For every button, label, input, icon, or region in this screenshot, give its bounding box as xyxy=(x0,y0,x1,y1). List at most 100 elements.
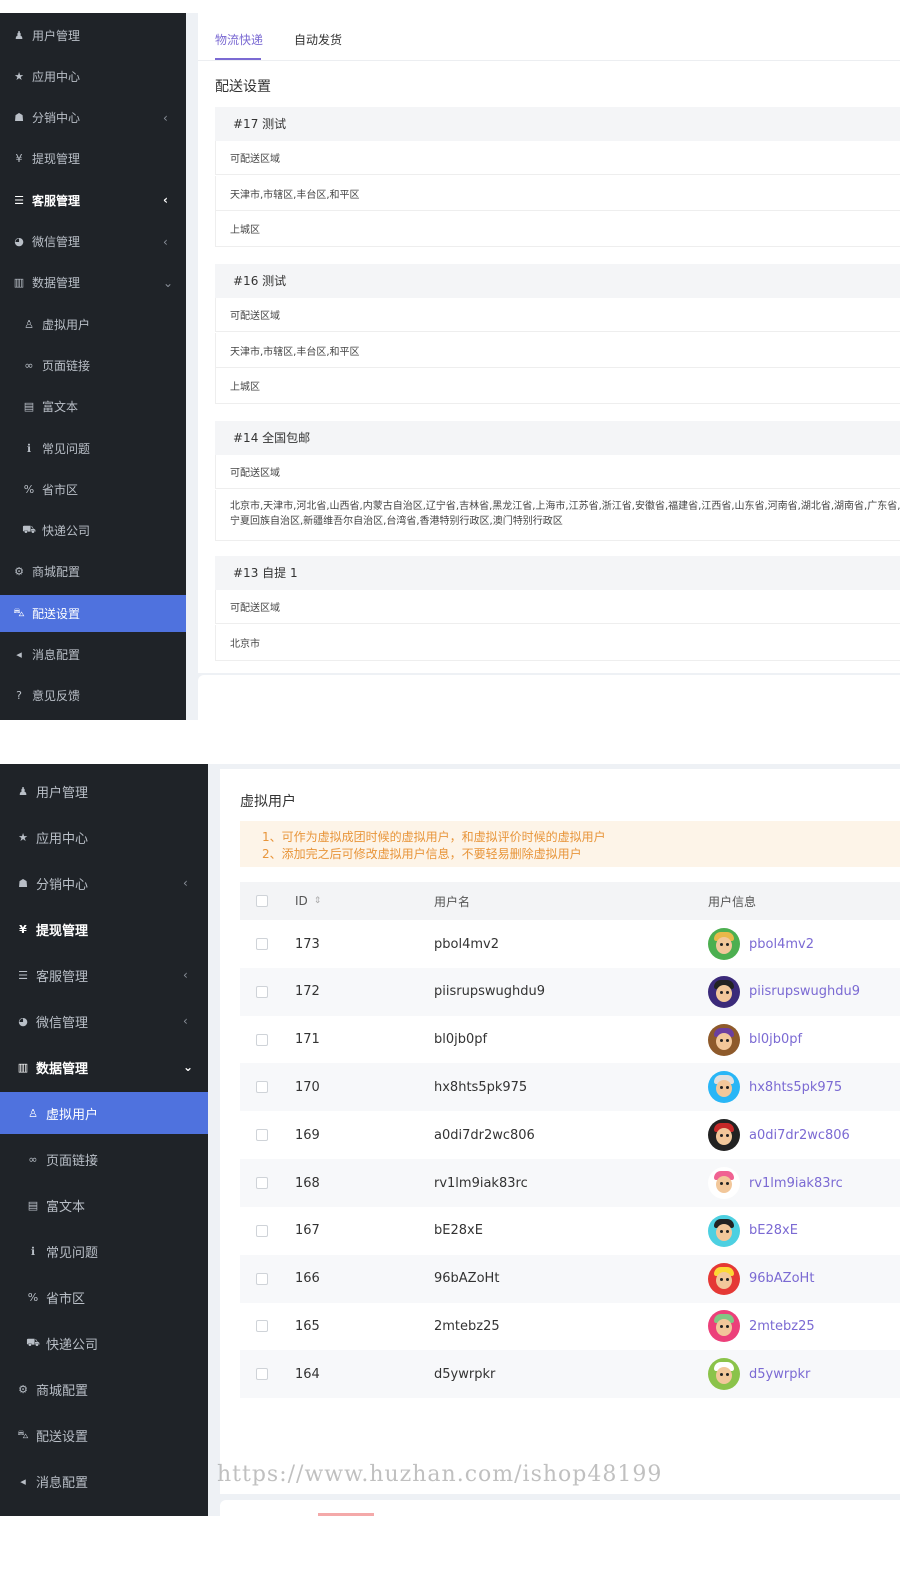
sidebar-item-label: 意见反馈 xyxy=(32,689,81,704)
sidebar-item-label: 快递公司 xyxy=(46,1337,99,1353)
table-row[interactable]: 171 bl0jb0pf bl0jb0pf xyxy=(240,1016,900,1064)
notice-line: 2、添加完之后可修改虚拟用户信息，不要轻易删除虚拟用户 xyxy=(262,847,582,861)
user-info-cell[interactable]: bl0jb0pf xyxy=(708,1016,802,1064)
row-checkbox[interactable] xyxy=(256,1272,268,1285)
row-id: 169 xyxy=(295,1127,320,1143)
sidebar-item[interactable]: ℹ 常见问题 xyxy=(0,1230,208,1272)
user-link[interactable]: d5ywrpkr xyxy=(749,1367,810,1382)
sidebar-item[interactable]: ☰ 客服管理 ‹ xyxy=(0,182,186,219)
sidebar-item[interactable]: ∞ 页面链接 xyxy=(0,347,186,384)
sidebar-item[interactable]: ☰ 客服管理 ‹ xyxy=(0,954,208,996)
sidebar-item[interactable]: ★ 应用中心 xyxy=(0,58,186,95)
sort-icon[interactable]: ⇕ xyxy=(314,896,322,906)
tab-auto-ship[interactable]: 自动发货 xyxy=(294,31,342,48)
row-checkbox[interactable] xyxy=(256,938,268,950)
wechat-icon: ◕ xyxy=(14,235,24,248)
tab-logistics[interactable]: 物流快递 xyxy=(215,31,263,48)
sidebar-item[interactable]: ◕ 微信管理 ‹ xyxy=(0,1000,208,1042)
sidebar-item[interactable]: ⛟ 快递公司 xyxy=(0,1322,208,1364)
sidebar-item-label: 消息配置 xyxy=(32,648,81,662)
user-link[interactable]: 96bAZoHt xyxy=(749,1271,814,1286)
row-checkbox[interactable] xyxy=(256,1033,268,1046)
sidebar-item[interactable]: ☗ 分销中心 ‹ xyxy=(0,99,186,136)
table-row[interactable]: 166 96bAZoHt 96bAZoHt xyxy=(240,1254,900,1303)
avatar xyxy=(708,928,740,960)
sidebar-item[interactable]: ⚙ 商城配置 xyxy=(0,1368,208,1410)
column-id[interactable]: ID ⇕ xyxy=(295,882,321,920)
sidebar-item[interactable]: ◂ 消息配置 xyxy=(0,636,186,673)
sidebar-item[interactable]: ℹ 常见问题 xyxy=(0,430,186,467)
row-checkbox[interactable] xyxy=(256,985,268,998)
row-checkbox[interactable] xyxy=(256,1224,268,1237)
user-info-cell[interactable]: d5ywrpkr xyxy=(708,1350,810,1398)
user-info-cell[interactable]: rv1lm9iak83rc xyxy=(708,1159,843,1207)
sidebar-item[interactable]: ▤ 富文本 xyxy=(0,388,186,425)
sidebar-item[interactable]: ♟ 用户管理 xyxy=(0,770,208,812)
user-info-cell[interactable]: piisrupswughdu9 xyxy=(708,968,860,1016)
user-link[interactable]: piisrupswughdu9 xyxy=(749,984,860,999)
sidebar-item-label: 富文本 xyxy=(42,400,79,415)
row-id: 165 xyxy=(295,1318,320,1334)
sidebar-item[interactable]: ♙ 虚拟用户 xyxy=(0,1092,208,1134)
sidebar-item[interactable]: ▤ 富文本 xyxy=(0,1184,208,1226)
user-info-cell[interactable]: hx8hts5pk975 xyxy=(708,1063,842,1111)
sidebar-item[interactable]: ♙ 虚拟用户 xyxy=(0,306,186,343)
user-link[interactable]: 2mtebz25 xyxy=(749,1319,815,1334)
user-info-cell[interactable]: a0di7dr2wc806 xyxy=(708,1111,850,1159)
sidebar-item[interactable]: ¥ 提现管理 xyxy=(0,140,186,177)
avatar xyxy=(708,1358,740,1391)
yen-icon: ¥ xyxy=(15,152,23,166)
row-username: piisrupswughdu9 xyxy=(434,984,545,1000)
sidebar-item[interactable]: ◂ 消息配置 xyxy=(0,1460,208,1502)
table-row[interactable]: 169 a0di7dr2wc806 a0di7dr2wc806 xyxy=(240,1111,900,1159)
column-id-label: ID xyxy=(295,894,308,908)
table-row[interactable]: 170 hx8hts5pk975 hx8hts5pk975 xyxy=(240,1063,900,1112)
sidebar-item[interactable]: ⛟ 快递公司 xyxy=(0,512,186,549)
sidebar-item[interactable]: ∞ 页面链接 xyxy=(0,1138,208,1180)
row-checkbox[interactable] xyxy=(256,1177,268,1189)
user-icon: ♟ xyxy=(14,28,24,42)
sidebar-item[interactable]: ▥ 数据管理 ⌄ xyxy=(0,264,186,301)
avatar xyxy=(708,1023,740,1056)
sidebar: ♟ 用户管理 ★ 应用中心 ☗ 分销中心 ‹ ¥ 提现管理 ☰ 客服管理 ‹ ◕ 微信管理 ‹ ▥ 数据管理 ⌄ ♙… xyxy=(0,13,186,720)
sidebar-item[interactable]: ★ 应用中心 xyxy=(0,816,208,858)
zone-header: #16 测试 xyxy=(215,264,900,298)
sidebar-item[interactable]: ¥ 提现管理 xyxy=(0,908,208,950)
table-row[interactable]: 167 bE28xE bE28xE xyxy=(240,1207,900,1255)
car-icon: ⛍ xyxy=(13,605,25,619)
user-link[interactable]: a0di7dr2wc806 xyxy=(749,1128,850,1143)
sidebar-item[interactable]: ☗ 分销中心 ‹ xyxy=(0,862,208,904)
sidebar-item[interactable]: % 省市区 xyxy=(0,471,186,508)
select-all-checkbox[interactable] xyxy=(256,895,268,907)
sidebar-item[interactable]: ? 意见反馈 xyxy=(0,677,186,714)
user-link[interactable]: pbol4mv2 xyxy=(749,937,814,952)
user-info-cell[interactable]: 96bAZoHt xyxy=(708,1255,814,1303)
user-link[interactable]: hx8hts5pk975 xyxy=(749,1080,842,1095)
user-link[interactable]: bE28xE xyxy=(749,1223,798,1238)
sidebar-item[interactable]: ⚙ 商城配置 xyxy=(0,553,186,590)
bar-chart-icon: ▥ xyxy=(13,276,25,290)
table-row[interactable]: 164 d5ywrpkr d5ywrpkr xyxy=(240,1350,900,1399)
user-info-cell[interactable]: bE28xE xyxy=(708,1207,798,1255)
table-row[interactable]: 172 piisrupswughdu9 piisrupswughdu9 xyxy=(240,967,900,1016)
sidebar-item[interactable]: ⛍ 配送设置 xyxy=(0,1414,208,1456)
row-checkbox[interactable] xyxy=(256,1320,268,1333)
row-checkbox[interactable] xyxy=(256,1368,268,1381)
truck-icon: ⛟ xyxy=(22,523,36,537)
user-link[interactable]: bl0jb0pf xyxy=(749,1032,802,1047)
sidebar-item[interactable]: ⛍ 配送设置 xyxy=(0,594,186,632)
user-info-cell[interactable]: 2mtebz25 xyxy=(708,1302,815,1350)
sidebar-item[interactable]: ◕ 微信管理 ‹ xyxy=(0,223,186,260)
table-row[interactable]: 165 2mtebz25 2mtebz25 xyxy=(240,1302,900,1350)
user-link[interactable]: rv1lm9iak83rc xyxy=(749,1176,843,1191)
table-row[interactable]: 168 rv1lm9iak83rc rv1lm9iak83rc xyxy=(240,1159,900,1207)
sidebar-item[interactable]: ♟ 用户管理 xyxy=(0,17,186,54)
sidebar-item[interactable]: % 省市区 xyxy=(0,1276,208,1318)
zone-row: 可配送区域 xyxy=(215,455,900,489)
row-checkbox[interactable] xyxy=(256,1081,268,1094)
sidebar-item[interactable]: ▥ 数据管理 ⌄ xyxy=(0,1046,208,1088)
sidebar-item-label: 客服管理 xyxy=(36,969,89,985)
table-row[interactable]: 173 pbol4mv2 pbol4mv2 xyxy=(240,920,900,968)
user-info-cell[interactable]: pbol4mv2 xyxy=(708,920,814,968)
row-checkbox[interactable] xyxy=(256,1129,268,1142)
